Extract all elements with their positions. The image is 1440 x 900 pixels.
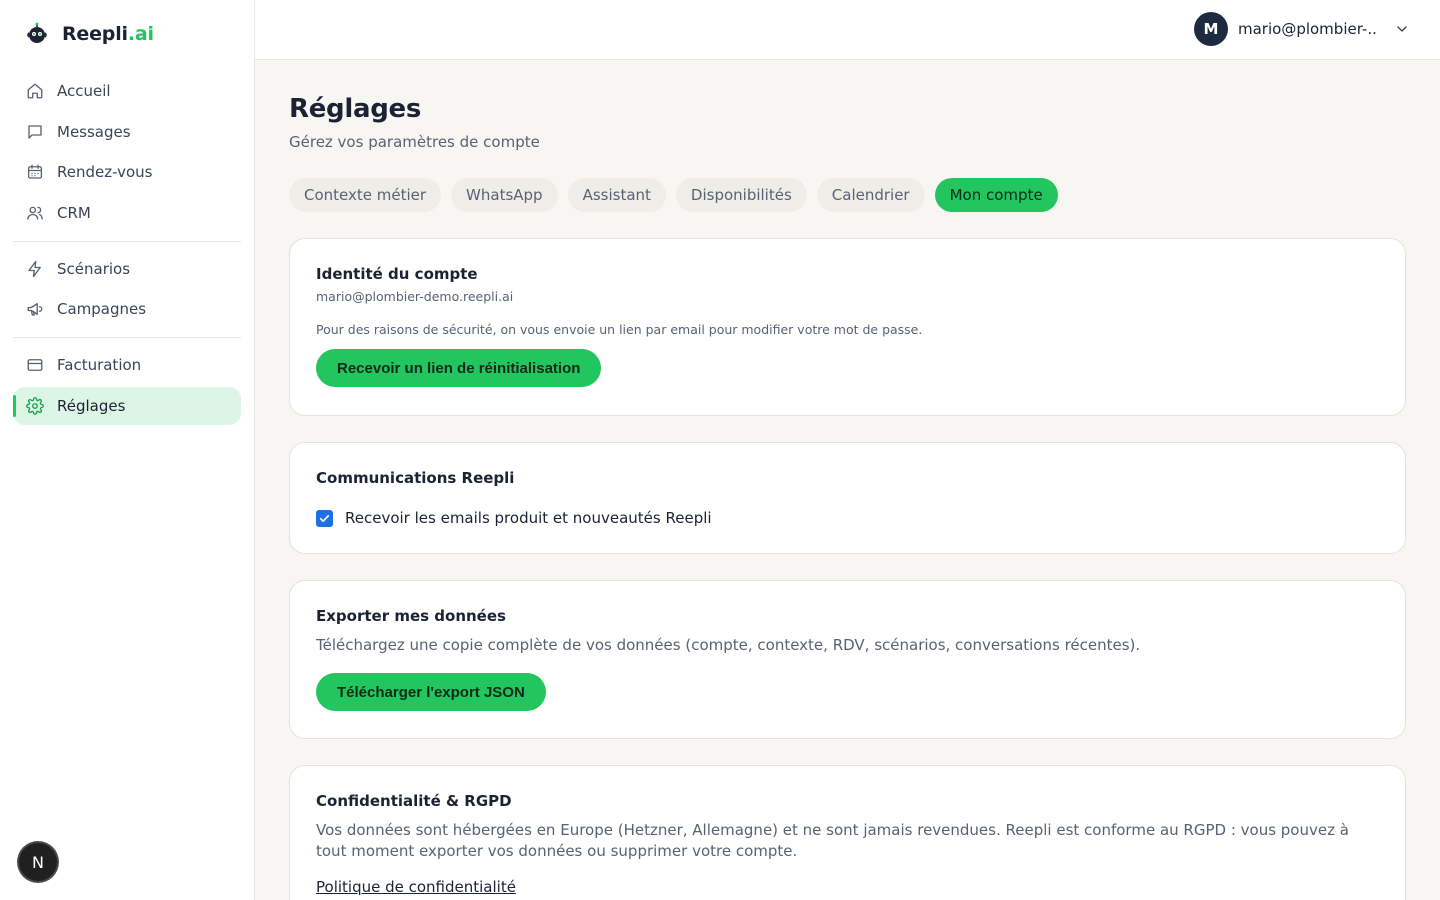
communications-title: Communications Reepli (316, 469, 515, 487)
sidebar-item-crm[interactable]: CRM (13, 194, 241, 232)
sidebar-item-label: Accueil (57, 82, 111, 100)
identity-title: Identité du compte (316, 265, 478, 283)
sidebar-item-rendez-vous[interactable]: Rendez-vous (13, 153, 241, 191)
sidebar-item-label: Scénarios (57, 259, 131, 278)
privacy-policy-link[interactable]: Politique de confidentialité (316, 878, 516, 896)
tab-disponibilites[interactable]: Disponibilités (675, 178, 807, 212)
home-icon (25, 81, 45, 101)
users-icon (25, 203, 45, 223)
export-description: Téléchargez une copie complète de vos do… (316, 636, 1141, 654)
sidebar-item-campagnes[interactable]: Campagnes (13, 290, 241, 328)
sidebar-item-label: Campagnes (57, 300, 147, 318)
newsletter-label: Recevoir les emails produit et nouveauté… (345, 509, 712, 527)
identity-note: Pour des raisons de sécurité, on vous en… (316, 322, 923, 337)
sidebar-item-label: Rendez-vous (57, 163, 153, 181)
sidebar: Reepli.ai Accueil Messages Rendez-vous C… (0, 0, 255, 900)
reepli-logo-icon (27, 22, 47, 43)
export-card: Exporter mes données Téléchargez une cop… (289, 580, 1406, 739)
topbar: M mario@plombier-... (255, 0, 1440, 60)
sidebar-item-reglages[interactable]: Réglages (13, 386, 241, 425)
sidebar-item-label: Facturation (57, 356, 142, 374)
sidebar-item-label: CRM (57, 203, 91, 222)
dev-tools-badge[interactable]: N (19, 843, 57, 881)
sidebar-item-messages[interactable]: Messages (13, 113, 241, 151)
sidebar-item-accueil[interactable]: Accueil (13, 72, 241, 110)
communications-card: Communications Reepli Recevoir les email… (289, 442, 1406, 554)
newsletter-option[interactable]: Recevoir les emails produit et nouveauté… (316, 509, 1379, 527)
sidebar-item-scenarios[interactable]: Scénarios (13, 250, 241, 288)
bolt-icon (25, 259, 45, 279)
identity-card: Identité du compte mario@plombier-demo.r… (289, 238, 1406, 416)
sidebar-item-label: Messages (57, 122, 131, 141)
page-subtitle: Gérez vos paramètres de compte (289, 133, 540, 151)
checkmark-icon (319, 514, 330, 522)
settings-tabs: Contexte métier WhatsApp Assistant Dispo… (289, 178, 1058, 212)
tab-assistant[interactable]: Assistant (567, 178, 666, 212)
chevron-down-icon (1397, 26, 1407, 32)
export-json-button[interactable]: Télécharger l'export JSON (316, 673, 546, 711)
sidebar-item-facturation[interactable]: Facturation (13, 346, 241, 384)
brand-name: Reepli.ai (62, 23, 154, 45)
message-icon (25, 122, 45, 142)
credit-card-icon (25, 355, 45, 375)
tab-mon-compte[interactable]: Mon compte (934, 178, 1058, 212)
brand[interactable]: Reepli.ai (24, 19, 154, 49)
tab-calendrier[interactable]: Calendrier (816, 178, 925, 212)
gear-icon (25, 396, 45, 416)
tab-whatsapp[interactable]: WhatsApp (451, 178, 558, 212)
page-title: Réglages (289, 94, 422, 124)
user-email: mario@plombier-... (1238, 20, 1378, 38)
export-title: Exporter mes données (316, 607, 506, 625)
megaphone-icon (25, 299, 45, 319)
identity-email: mario@plombier-demo.reepli.ai (316, 289, 514, 304)
user-menu[interactable]: M mario@plombier-... (1194, 12, 1410, 46)
avatar: M (1194, 12, 1228, 46)
reset-password-button[interactable]: Recevoir un lien de réinitialisation (316, 349, 602, 387)
sidebar-nav-main: Accueil Messages Rendez-vous CRM Scénari… (13, 72, 241, 427)
sidebar-item-label: Réglages (57, 396, 126, 415)
newsletter-checkbox[interactable] (316, 509, 333, 527)
privacy-description: Vos données sont hébergées en Europe (He… (316, 821, 1349, 860)
calendar-icon (25, 162, 45, 182)
sidebar-divider (13, 240, 241, 242)
privacy-card: Confidentialité & RGPD Vos données sont … (289, 765, 1406, 900)
privacy-title: Confidentialité & RGPD (316, 792, 512, 810)
sidebar-divider (13, 337, 241, 338)
tab-contexte-metier[interactable]: Contexte métier (289, 178, 442, 212)
